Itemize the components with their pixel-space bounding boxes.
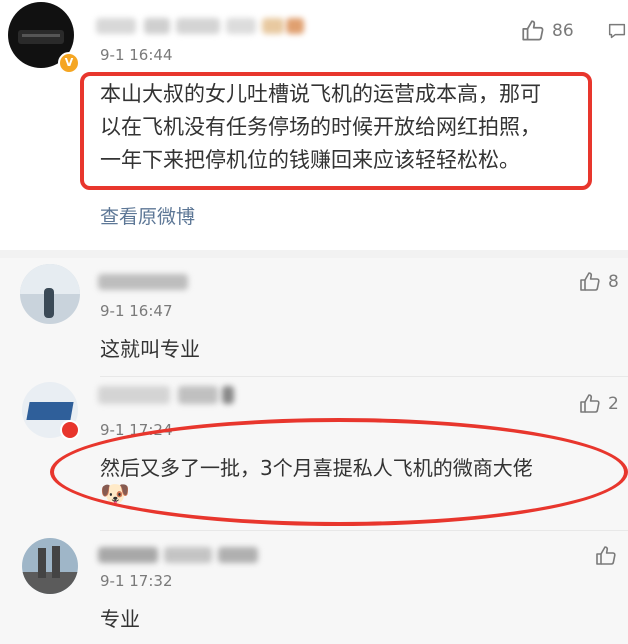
verified-badge-icon: V	[58, 52, 80, 74]
like-count: 8	[608, 272, 619, 292]
avatar[interactable]	[22, 538, 78, 594]
like-button[interactable]: 8	[578, 270, 619, 294]
username-blurred[interactable]	[96, 14, 306, 38]
highlight-ellipse	[50, 418, 628, 526]
username-blurred[interactable]	[98, 272, 198, 292]
reply-time: 9-1 16:47	[100, 302, 173, 320]
thumbs-up-icon	[594, 544, 618, 568]
reply-time: 9-1 17:32	[100, 572, 173, 590]
username-blurred[interactable]	[98, 382, 238, 410]
like-button[interactable]: 86	[520, 18, 574, 44]
reply-text: 这就叫专业	[100, 337, 200, 361]
verified-badge-icon	[60, 420, 80, 440]
comment-time: 9-1 16:44	[100, 46, 173, 64]
thumbs-up-icon	[578, 392, 602, 416]
like-button[interactable]	[594, 544, 624, 568]
like-button[interactable]: 2	[578, 392, 619, 416]
divider	[100, 376, 628, 377]
reply-text: 专业	[100, 607, 140, 631]
highlight-rectangle	[80, 72, 592, 190]
view-original-link[interactable]: 查看原微博	[100, 202, 195, 229]
divider	[100, 530, 628, 531]
comment-icon[interactable]	[606, 20, 628, 46]
thumbs-up-icon	[578, 270, 602, 294]
like-count: 86	[552, 21, 574, 41]
thumbs-up-icon	[520, 18, 546, 44]
avatar[interactable]	[20, 264, 80, 324]
like-count: 2	[608, 394, 619, 414]
username-blurred[interactable]	[98, 544, 268, 568]
section-gap	[0, 250, 628, 258]
